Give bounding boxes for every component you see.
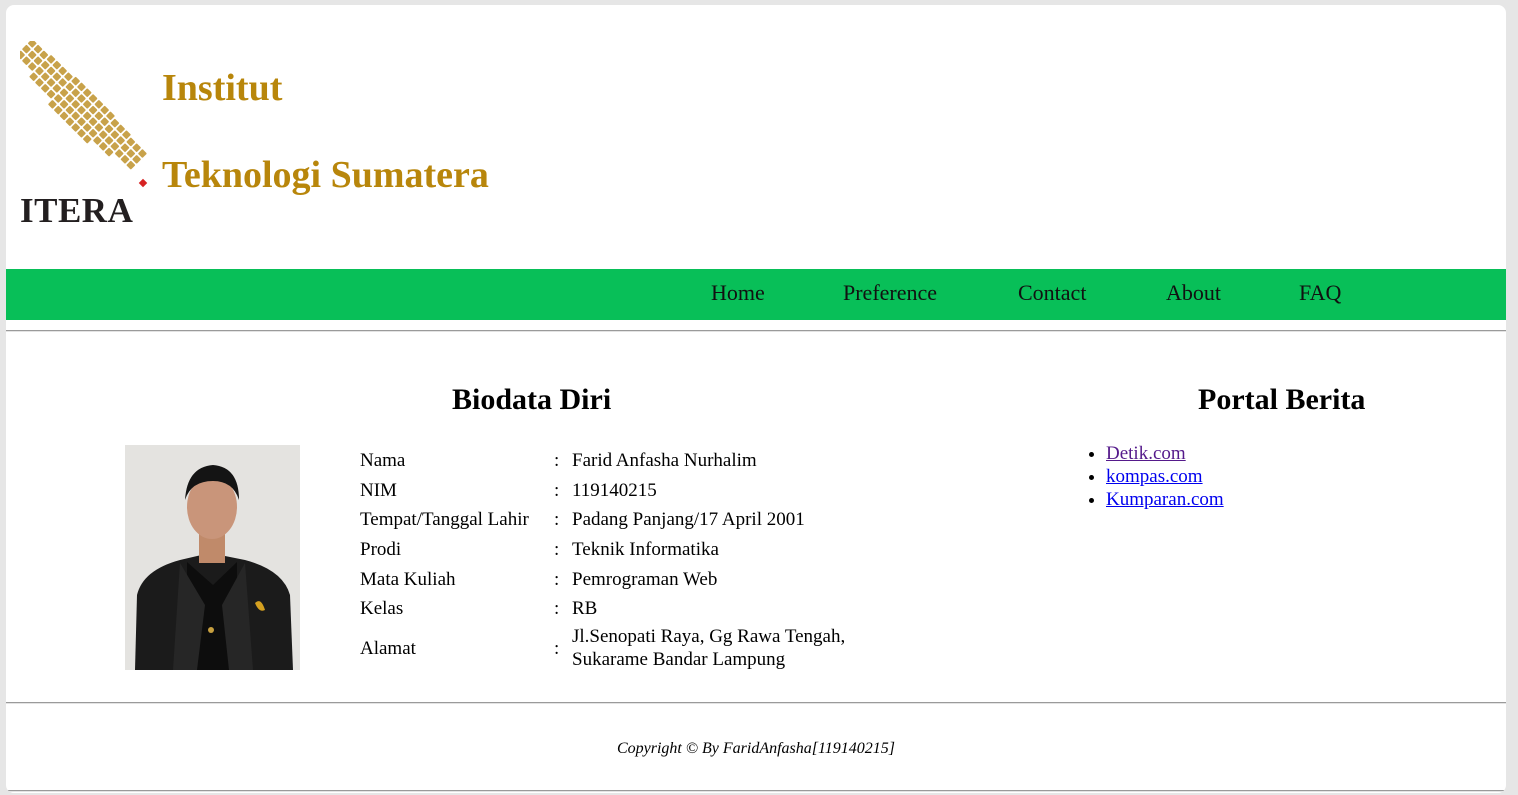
bio-label: Prodi: [360, 539, 402, 561]
bio-separator: :: [554, 598, 560, 620]
bio-label: Kelas: [360, 598, 404, 620]
list-item: kompas.com: [1106, 465, 1224, 488]
bio-label: Tempat/Tanggal Lahir: [360, 509, 529, 531]
bio-value: Teknik Informatika: [572, 539, 719, 561]
list-item: Detik.com: [1106, 442, 1224, 465]
portal-title: Portal Berita: [1198, 383, 1366, 416]
bio-separator: :: [554, 509, 560, 531]
bio-separator: :: [554, 638, 560, 660]
copyright-text: Copyright © By FaridAnfasha[119140215]: [616, 740, 896, 757]
link-kumparan[interactable]: Kumparan.com: [1106, 489, 1224, 510]
bio-separator: :: [554, 568, 560, 590]
bio-label: Alamat: [360, 638, 416, 660]
link-detik[interactable]: Detik.com: [1106, 443, 1186, 464]
logo-red-dot: [138, 178, 148, 188]
nav-home[interactable]: Home: [711, 282, 765, 304]
bio-value: Jl.Senopati Raya, Gg Rawa Tengah, Sukara…: [572, 626, 846, 671]
bio-value: Pemrograman Web: [572, 568, 718, 590]
bio-value: 119140215: [572, 479, 657, 501]
news-link-list: Detik.com kompas.com Kumparan.com: [1086, 442, 1224, 511]
main-navbar: Home Preference Contact About FAQ: [6, 269, 1506, 320]
bio-label: Nama: [360, 450, 406, 471]
link-kompas[interactable]: kompas.com: [1106, 466, 1203, 487]
itera-logo-mark: [20, 41, 148, 188]
divider-top: [6, 330, 1506, 332]
nav-preference[interactable]: Preference: [843, 282, 937, 304]
list-item: Kumparan.com: [1106, 488, 1224, 511]
footer: Copyright © By FaridAnfasha[119140215]: [6, 740, 1506, 758]
page: ITERA Institut Teknologi Sumatera Home P…: [6, 5, 1506, 793]
bio-value: Padang Panjang/17 April 2001: [572, 509, 805, 531]
bio-value: Farid Anfasha Nurhalim: [572, 450, 757, 471]
institution-name-line-2: Teknologi Sumatera: [162, 154, 489, 196]
itera-logo: ITERA: [20, 41, 148, 230]
institution-name-line-1: Institut: [162, 67, 283, 109]
bio-label: Mata Kuliah: [360, 568, 456, 590]
bio-separator: :: [554, 539, 560, 561]
nav-faq[interactable]: FAQ: [1299, 282, 1341, 304]
bio-separator: :: [554, 450, 560, 471]
bio-separator: :: [554, 479, 560, 501]
biodata-title: Biodata Diri: [452, 383, 612, 416]
bio-value: RB: [572, 598, 598, 620]
nav-about[interactable]: About: [1166, 282, 1221, 304]
bio-label: NIM: [360, 479, 397, 501]
profile-photo: [125, 445, 300, 670]
nav-contact[interactable]: Contact: [1018, 282, 1086, 304]
logo-text: ITERA: [20, 191, 134, 230]
divider-bottom: [6, 702, 1506, 704]
divider-footer: [6, 790, 1506, 792]
